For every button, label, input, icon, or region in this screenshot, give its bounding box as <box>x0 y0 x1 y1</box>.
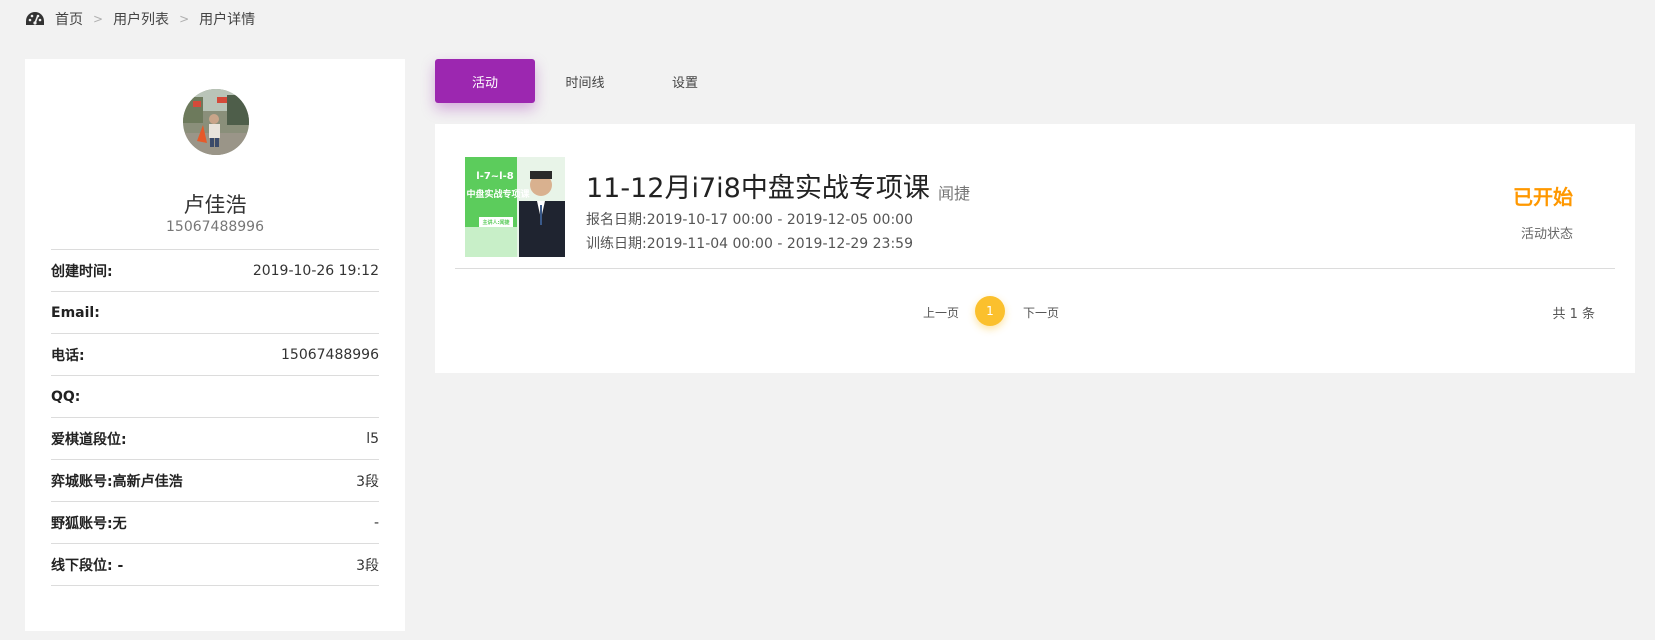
training-date: 训练日期:2019-11-04 00:00 - 2019-12-29 23:59 <box>586 236 913 252</box>
prev-page-button[interactable]: 上一页 <box>923 304 959 321</box>
info-label: Email: <box>51 304 100 321</box>
breadcrumb-separator: > <box>93 12 104 26</box>
activity-thumbnail[interactable]: l-7~l-8 中盘实战专项课 主讲人:闻捷 <box>465 157 565 257</box>
thumb-course-text: 中盘实战专项课 <box>466 190 530 200</box>
profile-info-list: 创建时间: 2019-10-26 19:12 Email: 电话: 150674… <box>51 249 379 586</box>
activity-item[interactable]: l-7~l-8 中盘实战专项课 主讲人:闻捷 11-12月i7i8中盘实战专项课… <box>455 124 1615 269</box>
breadcrumb-user-list[interactable]: 用户列表 <box>113 9 169 29</box>
thumb-level-text: l-7~l-8 <box>476 171 514 182</box>
tab-bar: 活动 时间线 设置 <box>435 59 735 103</box>
thumb-teacher-text: 主讲人:闻捷 <box>482 220 510 226</box>
info-value: l5 <box>366 430 379 447</box>
status-label: 活动状态 <box>1520 227 1573 242</box>
activity-panel: l-7~l-8 中盘实战专项课 主讲人:闻捷 11-12月i7i8中盘实战专项课… <box>435 124 1635 373</box>
avatar <box>183 89 249 155</box>
info-row-qq: QQ: <box>51 376 379 418</box>
total-count: 共 1 条 <box>1552 307 1595 322</box>
pagination: 上一页 1 下一页 共 1 条 <box>435 296 1635 328</box>
breadcrumb-separator: > <box>179 12 190 26</box>
info-label: 弈城账号:高新卢佳浩 <box>51 473 183 490</box>
activity-title[interactable]: 11-12月i7i8中盘实战专项课 <box>586 166 930 205</box>
breadcrumb: 首页 > 用户列表 > 用户详情 <box>25 8 255 30</box>
info-label: 爱棋道段位: <box>51 431 127 448</box>
page-number-button[interactable]: 1 <box>975 296 1005 326</box>
info-value: 15067488996 <box>281 346 379 363</box>
info-label: 线下段位: - <box>51 557 124 574</box>
info-value: - <box>373 514 379 531</box>
info-row-created: 创建时间: 2019-10-26 19:12 <box>51 250 379 292</box>
info-label: 野狐账号:无 <box>51 515 127 532</box>
status-badge: 已开始 <box>1513 185 1573 209</box>
info-value: 2019-10-26 19:12 <box>252 262 379 279</box>
tab-timeline[interactable]: 时间线 <box>535 59 635 103</box>
breadcrumb-home[interactable]: 首页 <box>55 9 83 29</box>
info-label: 电话: <box>51 347 85 364</box>
registration-date: 报名日期:2019-10-17 00:00 - 2019-12-05 00:00 <box>586 212 913 228</box>
info-row-yicheng-account: 弈城账号:高新卢佳浩 3段 <box>51 460 379 502</box>
info-label: 创建时间: <box>51 263 113 280</box>
info-value: 3段 <box>356 473 379 490</box>
info-value: 3段 <box>356 557 379 574</box>
profile-card: 卢佳浩 15067488996 创建时间: 2019-10-26 19:12 E… <box>25 59 405 631</box>
tab-settings[interactable]: 设置 <box>635 59 735 103</box>
info-row-offline-rank: 线下段位: - 3段 <box>51 544 379 586</box>
info-row-aiqidao-rank: 爱棋道段位: l5 <box>51 418 379 460</box>
info-row-phone: 电话: 15067488996 <box>51 334 379 376</box>
breadcrumb-current: 用户详情 <box>199 12 256 28</box>
activity-teacher: 闻捷 <box>938 184 971 203</box>
profile-phone: 15067488996 <box>166 219 264 235</box>
info-label: QQ: <box>51 388 81 405</box>
info-row-email: Email: <box>51 292 379 334</box>
info-row-yehu-account: 野狐账号:无 - <box>51 502 379 544</box>
dashboard-icon[interactable] <box>25 11 45 27</box>
profile-name: 卢佳浩 <box>183 193 247 217</box>
next-page-button[interactable]: 下一页 <box>1023 304 1059 321</box>
tab-activity[interactable]: 活动 <box>435 59 535 103</box>
